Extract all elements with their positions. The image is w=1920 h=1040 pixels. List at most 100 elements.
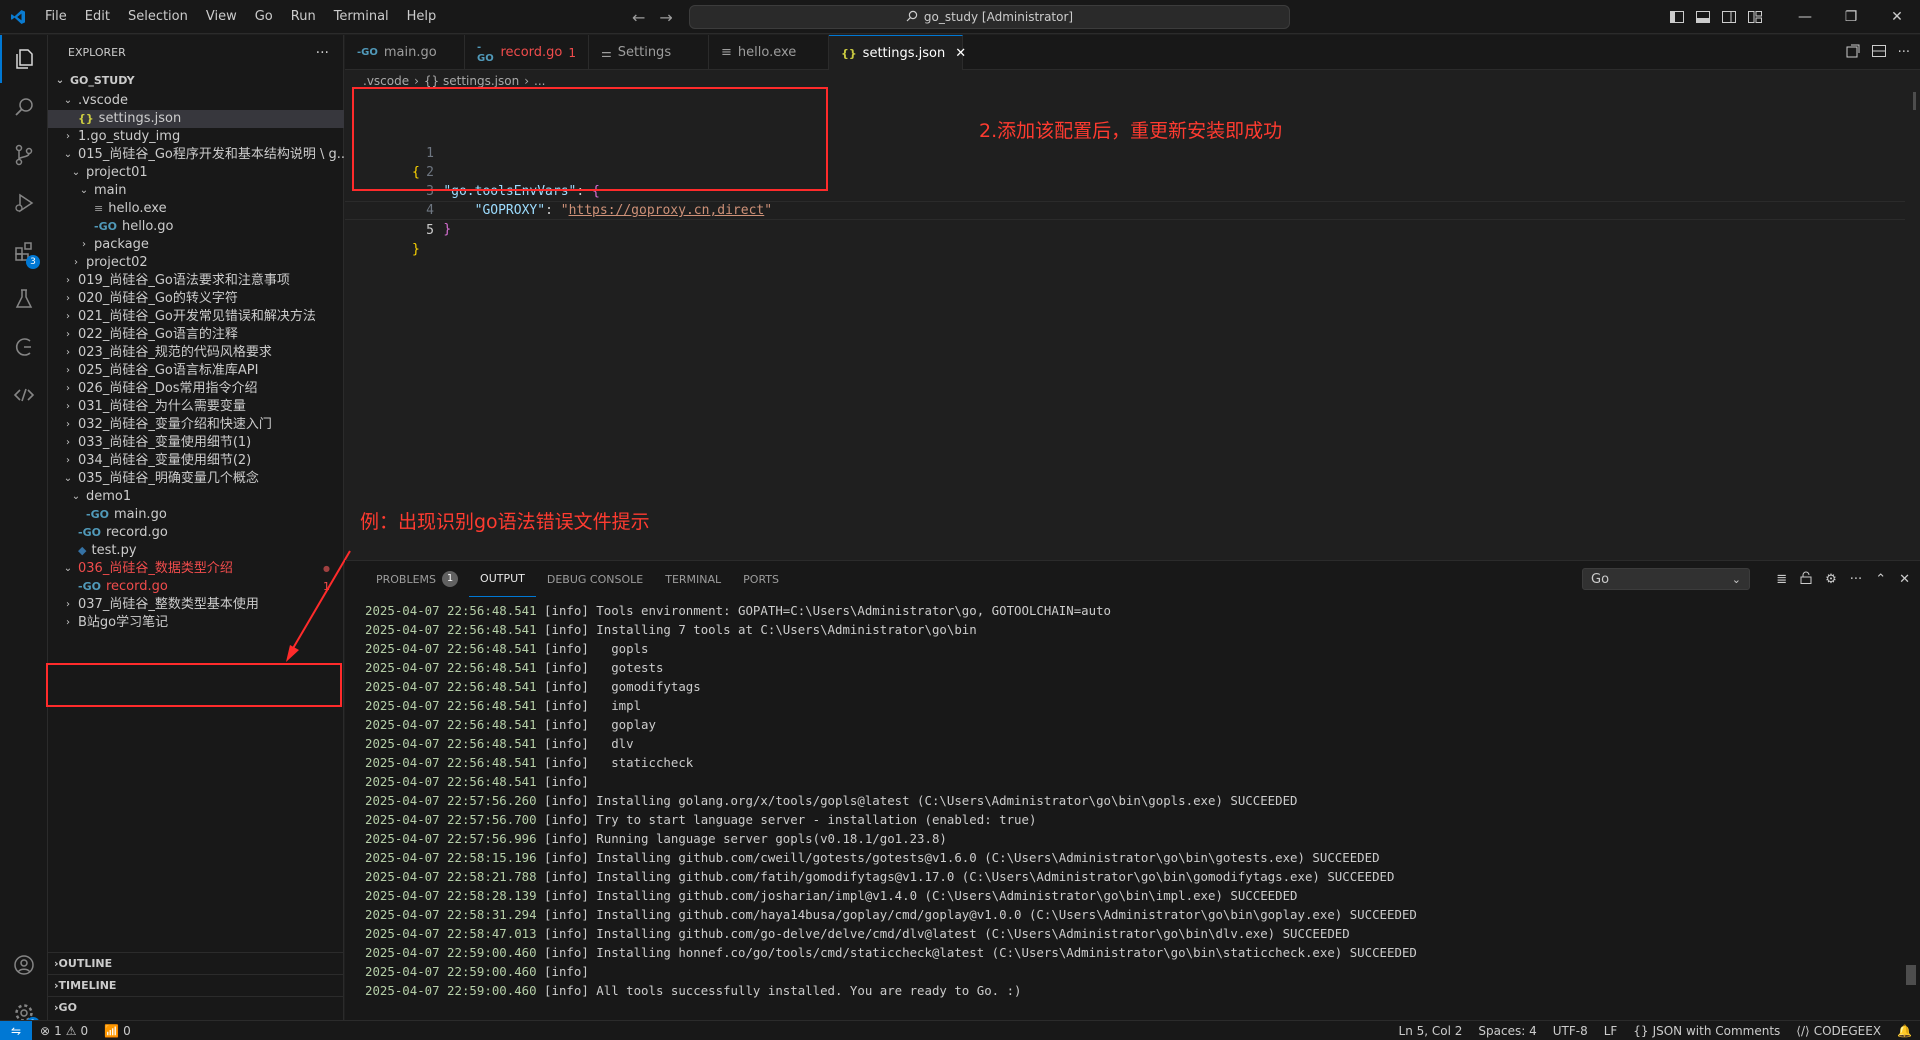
tab-close-icon[interactable]: ✕ xyxy=(955,46,966,61)
tab-record-go[interactable]: -GO record.go 1 xyxy=(465,35,589,70)
more-actions-icon[interactable]: ··· xyxy=(1898,45,1910,60)
output-log[interactable]: 2025-04-07 22:56:48.541 [info] Tools env… xyxy=(345,597,1905,1017)
menu-help[interactable]: Help xyxy=(398,0,446,34)
menu-file[interactable]: File xyxy=(36,0,76,34)
tree-folder[interactable]: › 022_尚硅谷_Go语言的注释 xyxy=(48,326,344,344)
encoding[interactable]: UTF-8 xyxy=(1545,1024,1596,1038)
workspace-root[interactable]: ⌄ GO_STUDY xyxy=(48,70,344,92)
extensions-icon[interactable]: 3 xyxy=(0,227,48,275)
tab-main-go[interactable]: -GO main.go xyxy=(345,35,465,70)
language-mode[interactable]: {} JSON with Comments xyxy=(1625,1024,1788,1038)
toggle-secondary-sidebar-icon[interactable] xyxy=(1716,0,1742,34)
tree-file[interactable]: -GO main.go xyxy=(48,506,344,524)
timeline-section[interactable]: › TIMELINE xyxy=(48,974,344,996)
tab-terminal[interactable]: TERMINAL xyxy=(654,561,732,597)
tree-folder[interactable]: › 033_尚硅谷_变量使用细节(1) xyxy=(48,434,344,452)
tree-folder[interactable]: › 031_尚硅谷_为什么需要变量 xyxy=(48,398,344,416)
tree-folder[interactable]: ⌄ .vscode xyxy=(48,92,344,110)
tree-folder[interactable]: › 020_尚硅谷_Go的转义字符 xyxy=(48,290,344,308)
tree-folder[interactable]: ⌄ 015_尚硅谷_Go程序开发和基本结构说明 \ g... xyxy=(48,146,344,164)
indentation[interactable]: Spaces: 4 xyxy=(1470,1024,1544,1038)
end-of-line[interactable]: LF xyxy=(1596,1024,1626,1038)
accounts-icon[interactable] xyxy=(0,941,48,989)
tab-problems[interactable]: PROBLEMS 1 xyxy=(365,561,469,597)
go-section[interactable]: › GO xyxy=(48,996,344,1018)
gear-icon[interactable]: ⚙ xyxy=(1825,572,1837,587)
menu-go[interactable]: Go xyxy=(246,0,282,34)
tree-file[interactable]: {} settings.json xyxy=(48,110,344,128)
run-debug-icon[interactable] xyxy=(0,179,48,227)
tree-folder[interactable]: ⌄ main xyxy=(48,182,344,200)
tab-hello-exe[interactable]: ≡ hello.exe xyxy=(709,35,829,70)
problems-status[interactable]: ⊗ 1 ⚠ 0 xyxy=(32,1024,96,1038)
more-actions-icon[interactable]: ··· xyxy=(316,45,329,61)
breadcrumb-item[interactable]: {} settings.json xyxy=(424,74,519,88)
menu-terminal[interactable]: Terminal xyxy=(325,0,398,34)
tab-ports[interactable]: PORTS xyxy=(732,561,790,597)
tab-settings[interactable]: ⚌ Settings xyxy=(589,35,709,70)
split-editor-icon[interactable] xyxy=(1871,44,1886,62)
tree-folder[interactable]: › 037_尚硅谷_整数类型基本使用 xyxy=(48,596,344,614)
tree-folder[interactable]: ⌄ demo1 xyxy=(48,488,344,506)
tree-folder[interactable]: › B站go学习笔记 xyxy=(48,614,344,632)
go-outline-icon[interactable] xyxy=(0,323,48,371)
customize-layout-icon[interactable] xyxy=(1742,0,1768,34)
close-panel-icon[interactable]: ✕ xyxy=(1899,572,1910,587)
toggle-panel-icon[interactable] xyxy=(1690,0,1716,34)
notifications-bell-icon[interactable]: 🔔 xyxy=(1889,1024,1920,1038)
tree-folder[interactable]: › 1.go_study_img xyxy=(48,128,344,146)
back-arrow-icon[interactable]: ← xyxy=(632,8,645,27)
tree-folder[interactable]: › 025_尚硅谷_Go语言标准库API xyxy=(48,362,344,380)
remote-indicator-icon[interactable]: ⇋ xyxy=(0,1020,32,1040)
tab-settings-json[interactable]: {} settings.json ✕ xyxy=(829,35,966,70)
tree-folder[interactable]: ⌄ 036_尚硅谷_数据类型介绍 ● xyxy=(48,560,344,578)
ports-status[interactable]: 📶 0 xyxy=(96,1024,139,1038)
cursor-position[interactable]: Ln 5, Col 2 xyxy=(1391,1024,1471,1038)
tab-output[interactable]: OUTPUT xyxy=(469,561,536,597)
tree-folder[interactable]: ⌄ project01 xyxy=(48,164,344,182)
search-icon[interactable] xyxy=(0,83,48,131)
codegeex-status[interactable]: ⟨/⟩ CODEGEEX xyxy=(1788,1024,1889,1038)
minimize-button[interactable]: — xyxy=(1782,0,1828,34)
tree-file[interactable]: -GO record.go xyxy=(48,524,344,542)
output-channel-select[interactable]: Go ⌄ xyxy=(1582,568,1750,590)
tree-file[interactable]: ◆ test.py xyxy=(48,542,344,560)
forward-arrow-icon[interactable]: → xyxy=(659,8,672,27)
toggle-primary-sidebar-icon[interactable] xyxy=(1664,0,1690,34)
close-button[interactable]: ✕ xyxy=(1874,0,1920,34)
testing-icon[interactable] xyxy=(0,275,48,323)
maximize-panel-icon[interactable]: ⌃ xyxy=(1875,572,1886,587)
codegeex-icon[interactable] xyxy=(0,371,48,419)
explorer-icon[interactable] xyxy=(0,35,48,83)
menu-selection[interactable]: Selection xyxy=(119,0,197,34)
tree-item-label: project02 xyxy=(86,255,148,270)
filter-lines-icon[interactable]: ≣ xyxy=(1776,572,1787,587)
menu-edit[interactable]: Edit xyxy=(76,0,119,34)
outline-section[interactable]: › OUTLINE xyxy=(48,952,344,974)
restore-button[interactable]: ❐ xyxy=(1828,0,1874,34)
source-control-icon[interactable] xyxy=(0,131,48,179)
tree-folder[interactable]: › project02 xyxy=(48,254,344,272)
tree-folder[interactable]: › 023_尚硅谷_规范的代码风格要求 xyxy=(48,344,344,362)
tree-folder[interactable]: › 032_尚硅谷_变量介绍和快速入门 xyxy=(48,416,344,434)
open-settings-ui-icon[interactable] xyxy=(1846,44,1860,62)
breadcrumb-item[interactable]: ... xyxy=(534,74,545,88)
tree-folder[interactable]: › 026_尚硅谷_Dos常用指令介绍 xyxy=(48,380,344,398)
breadcrumb-item[interactable]: .vscode xyxy=(363,74,409,88)
command-center-search[interactable]: go_study [Administrator] xyxy=(689,5,1290,29)
editor-scrollbar[interactable] xyxy=(1913,92,1916,110)
tree-folder[interactable]: ⌄ 035_尚硅谷_明确变量几个概念 xyxy=(48,470,344,488)
tree-folder[interactable]: › 021_尚硅谷_Go开发常见错误和解决方法 xyxy=(48,308,344,326)
tree-folder[interactable]: › 019_尚硅谷_Go语法要求和注意事项 xyxy=(48,272,344,290)
tab-debug-console[interactable]: DEBUG CONSOLE xyxy=(536,561,654,597)
panel-scrollbar[interactable] xyxy=(1906,965,1916,985)
menu-run[interactable]: Run xyxy=(282,0,325,34)
tree-folder[interactable]: › 034_尚硅谷_变量使用细节(2) xyxy=(48,452,344,470)
menu-view[interactable]: View xyxy=(197,0,246,34)
tree-file[interactable]: -GO record.go 1 xyxy=(48,578,344,596)
tree-folder[interactable]: › package xyxy=(48,236,344,254)
tree-file[interactable]: ≡ hello.exe xyxy=(48,200,344,218)
tree-file[interactable]: -GO hello.go xyxy=(48,218,344,236)
lock-icon[interactable] xyxy=(1800,571,1812,588)
more-actions-icon[interactable]: ··· xyxy=(1850,572,1862,587)
